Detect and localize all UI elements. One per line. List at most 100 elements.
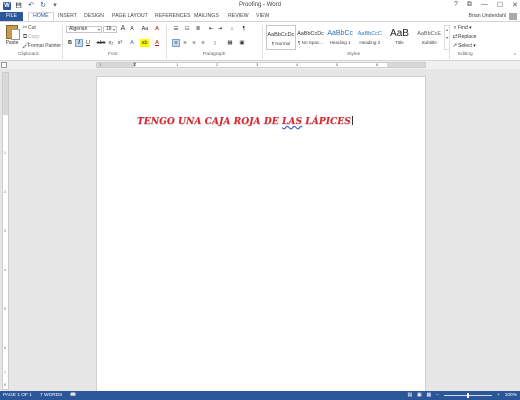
minimize-icon[interactable]: — — [481, 1, 488, 9]
strikethrough-button[interactable]: abc — [95, 39, 107, 47]
align-right-button[interactable]: ≡ — [190, 39, 198, 47]
vertical-ruler[interactable]: 1 2 3 4 5 6 7 8 — [2, 72, 9, 390]
shading-button[interactable]: ▦ — [226, 39, 234, 47]
zoom-slider-thumb[interactable] — [466, 393, 469, 398]
shrink-font-button[interactable]: A — [128, 25, 136, 33]
paste-button[interactable]: Paste — [3, 25, 21, 50]
tab-home[interactable]: HOME — [28, 12, 54, 21]
page-count[interactable]: PAGE 1 OF 1 — [3, 391, 32, 400]
tab-view[interactable]: VIEW — [256, 12, 269, 21]
align-left-button[interactable]: ≡ — [172, 39, 180, 47]
font-color-button[interactable]: A — [153, 39, 161, 47]
proofing-icon[interactable]: 📖 — [70, 391, 76, 400]
style-heading-1[interactable]: AaBbCc Heading 1 — [325, 25, 355, 50]
numbering-button[interactable]: ☷ — [183, 25, 191, 33]
ribbon-display-options-icon[interactable]: ⧉ — [467, 1, 472, 9]
style-no-spacing[interactable]: AaBbCcDc ¶ No Spac... — [296, 25, 326, 50]
cut-button[interactable]: ✂Cut — [22, 25, 61, 32]
group-label-font: Font — [108, 52, 118, 57]
ruler-bar: ⧗ 1 1 2 3 4 5 6 — [0, 61, 520, 69]
multilevel-list-button[interactable]: ≣ — [194, 25, 202, 33]
tab-design[interactable]: DESIGN — [84, 12, 104, 21]
style-heading-2[interactable]: AaBbCcC Heading 2 — [355, 25, 385, 50]
maximize-icon[interactable]: ☐ — [497, 1, 503, 9]
sort-button[interactable]: ↕ — [228, 25, 236, 33]
show-marks-button[interactable]: ¶ — [240, 25, 248, 33]
document-text-line[interactable]: TENGO UNA CAJA ROJA DE LAS LÁPICES — [137, 116, 353, 127]
find-button[interactable]: ⌕Find ▾ — [452, 25, 476, 32]
font-name-value: Algerian — [69, 26, 88, 32]
zoom-slider[interactable] — [443, 393, 492, 398]
ruler-number: 1 — [99, 62, 102, 67]
collapse-ribbon-icon[interactable]: ^ — [514, 53, 516, 59]
chevron-down-icon: ▾ — [471, 43, 476, 49]
text-effects-button[interactable]: A — [128, 39, 136, 47]
horizontal-ruler[interactable]: ⧗ 1 1 2 3 4 5 6 — [96, 62, 426, 68]
decrease-indent-button[interactable]: ⇤ — [207, 25, 215, 33]
group-separator — [449, 25, 450, 59]
increase-indent-button[interactable]: ⇥ — [216, 25, 224, 33]
replace-button[interactable]: ⇄Replace — [452, 34, 476, 41]
subscript-button[interactable]: x₂ — [107, 39, 115, 47]
indent-marker[interactable]: ⧗ — [133, 63, 137, 68]
tab-selector[interactable] — [1, 62, 7, 68]
style-subtitle[interactable]: AaBbCcE Subtitle — [414, 25, 444, 50]
group-separator — [166, 25, 167, 59]
select-button[interactable]: ➚Select ▾ — [452, 43, 476, 50]
tab-review[interactable]: REVIEW — [228, 12, 248, 21]
styles-gallery: AaBbCcDc ¶ Normal AaBbCcDc ¶ No Spac... … — [266, 25, 444, 50]
group-label-paragraph: Paragraph — [203, 52, 226, 57]
superscript-button[interactable]: x² — [116, 39, 124, 47]
bold-button[interactable]: B — [66, 39, 74, 47]
justify-button[interactable]: ≡ — [199, 39, 207, 47]
tab-mailings[interactable]: MAILINGS — [194, 12, 219, 21]
chevron-down-icon: ▾ — [97, 27, 100, 32]
zoom-out-icon[interactable]: − — [436, 391, 439, 400]
grow-font-button[interactable]: A — [119, 25, 127, 33]
close-icon[interactable]: ✕ — [512, 1, 518, 9]
highlight-button[interactable]: ab — [140, 39, 149, 47]
avatar[interactable] — [509, 13, 517, 20]
zoom-level[interactable]: 100% — [505, 391, 517, 400]
underline-button[interactable]: U — [84, 39, 92, 47]
font-size-combo[interactable]: 18 ▾ — [103, 26, 117, 33]
ruler-number: 2 — [216, 62, 219, 67]
print-layout-icon[interactable]: ▣ — [417, 391, 422, 400]
borders-button[interactable]: ▣ — [238, 39, 246, 47]
ribbon: Paste ✂Cut ⧉Copy 🖌Format Painter Clipboa… — [0, 21, 520, 61]
ruler-number: 6 — [376, 62, 379, 67]
italic-button[interactable]: I — [75, 39, 83, 47]
text-cursor — [351, 116, 353, 125]
help-icon[interactable]: ? — [454, 1, 458, 9]
font-size-value: 18 — [106, 26, 112, 32]
line-spacing-button[interactable]: ↨ — [211, 39, 219, 47]
ribbon-tabs: FILE HOME INSERT DESIGN PAGE LAYOUT REFE… — [0, 12, 520, 21]
ruler-number: 4 — [296, 62, 299, 67]
document-page[interactable]: TENGO UNA CAJA ROJA DE LAS LÁPICES — [96, 76, 426, 400]
group-separator — [262, 25, 263, 59]
read-mode-icon[interactable]: ▤ — [407, 391, 412, 400]
group-label-styles: Styles — [347, 52, 361, 57]
format-painter-button[interactable]: 🖌Format Painter — [22, 43, 61, 50]
tab-page-layout[interactable]: PAGE LAYOUT — [112, 12, 148, 21]
chevron-down-icon: ▾ — [112, 27, 115, 32]
status-bar: PAGE 1 OF 1 7 WORDS 📖 ▤ ▣ ▦ − + 100% — [0, 391, 520, 400]
bullets-button[interactable]: ☰ — [172, 25, 180, 33]
zoom-in-icon[interactable]: + — [497, 391, 500, 400]
center-button[interactable]: ≡ — [181, 39, 189, 47]
tab-insert[interactable]: INSERT — [58, 12, 77, 21]
user-name[interactable]: Brian Underdahl — [469, 12, 507, 21]
style-normal[interactable]: AaBbCcDc ¶ Normal — [266, 25, 296, 50]
clipboard-icon — [6, 25, 20, 40]
tab-references[interactable]: REFERENCES — [155, 12, 190, 21]
title-bar: W 💾 ↶ ↻ ▾ Proofing - Word ? ⧉ — ☐ ✕ — [0, 0, 520, 12]
change-case-button[interactable]: Aa — [139, 25, 151, 33]
clear-formatting-button[interactable]: A — [153, 25, 161, 33]
copy-button[interactable]: ⧉Copy — [22, 34, 61, 41]
word-count[interactable]: 7 WORDS — [40, 391, 62, 400]
web-layout-icon[interactable]: ▦ — [427, 391, 432, 400]
style-title[interactable]: AaB Title — [385, 25, 415, 50]
window-title: Proofing - Word — [239, 2, 281, 8]
tab-file[interactable]: FILE — [0, 12, 23, 21]
font-name-combo[interactable]: Algerian ▾ — [66, 26, 102, 33]
